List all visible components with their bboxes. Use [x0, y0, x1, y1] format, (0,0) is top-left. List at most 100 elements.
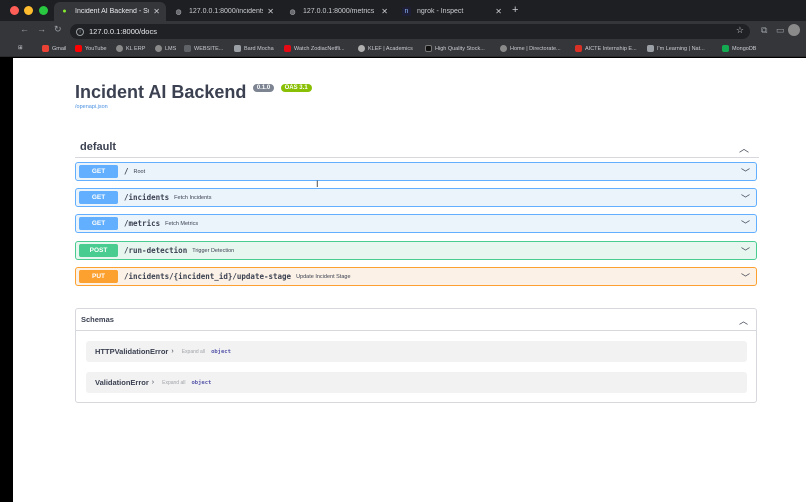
swagger-page: Incident AI Backend 0.1.0 OAS 3.1 /opena…	[13, 58, 806, 502]
operation-summary: Trigger Detection	[192, 247, 235, 254]
forward-icon[interactable]: →	[37, 24, 46, 34]
screen: ● Incident AI Backend - Swagger ✕ ◍ 127.…	[0, 0, 806, 502]
version-badge: 0.1.0	[252, 84, 275, 92]
bookmark-zodiac[interactable]: Watch ZodiacNetfli...	[284, 45, 345, 52]
browser-tab-ngrok[interactable]: n ngrok - Inspect ✕	[396, 2, 508, 21]
chevron-right-icon[interactable]: ›	[152, 379, 154, 386]
gmail-icon	[42, 45, 49, 52]
bookmark-youtube[interactable]: YouTube	[75, 45, 107, 52]
tag-section-default[interactable]: default ︿	[75, 134, 759, 158]
chevron-up-icon[interactable]: ︿	[739, 314, 748, 327]
method-badge: GET	[79, 191, 118, 204]
back-icon[interactable]: ←	[20, 24, 29, 34]
chevron-down-icon[interactable]: ﹀	[741, 271, 750, 284]
model-type: object	[191, 379, 212, 386]
model-name: ValidationError	[95, 378, 149, 387]
model-http-validation-error[interactable]: HTTPValidationError › Expand all object	[86, 341, 747, 362]
mongodb-icon	[722, 45, 729, 52]
new-tab-icon[interactable]: +	[512, 4, 518, 16]
close-tab-icon[interactable]: ✕	[153, 7, 160, 16]
bookmarks-bar: ⊞ Gmail YouTube KL ERP LMS WEBSITE... Ba…	[0, 41, 806, 57]
address-url: 127.0.0.1:8000/docs	[89, 27, 157, 36]
method-badge: PUT	[79, 270, 118, 283]
site-info-icon[interactable]: i	[76, 27, 84, 36]
bookmark-lms[interactable]: LMS	[155, 45, 176, 52]
close-window-button[interactable]	[10, 6, 19, 15]
operation-summary: Fetch Incidents	[174, 194, 212, 201]
operation-get-incidents[interactable]: GET /incidents Fetch Incidents ﹀	[75, 188, 757, 207]
apps-grid-icon[interactable]: ⊞	[18, 45, 23, 51]
browser-tab-metrics[interactable]: ◍ 127.0.0.1:8000/metrics ✕	[282, 2, 394, 21]
operation-post-run-detection[interactable]: POST /run-detection Trigger Detection ﹀	[75, 241, 757, 260]
tag-title: default	[80, 141, 117, 153]
globe-icon: ◍	[175, 8, 182, 16]
ngrok-icon: n	[402, 7, 411, 16]
operation-path: /incidents	[124, 193, 170, 202]
expand-all-link[interactable]: Expand all	[162, 380, 185, 386]
site-icon	[647, 45, 654, 52]
globe-icon	[116, 45, 123, 52]
extensions-icon[interactable]: ⧉	[761, 25, 767, 36]
schemas-title: Schemas	[81, 315, 114, 324]
globe-icon: ◍	[289, 8, 296, 16]
operation-summary: Root	[133, 168, 146, 175]
model-type: object	[211, 348, 231, 355]
bookmark-kl-erp[interactable]: KL ERP	[116, 45, 145, 52]
globe-icon	[500, 45, 507, 52]
site-icon	[358, 45, 365, 52]
close-tab-icon[interactable]: ✕	[267, 7, 274, 16]
browser-tab-incidents[interactable]: ◍ 127.0.0.1:8000/incidents ✕	[168, 2, 280, 21]
youtube-icon	[75, 45, 82, 52]
page-title: Incident AI Backend	[75, 82, 247, 102]
api-info: Incident AI Backend 0.1.0 OAS 3.1	[75, 82, 312, 103]
bookmark-website[interactable]: WEBSITE...	[184, 45, 223, 52]
browser-toolbar: ← → ↻ i 127.0.0.1:8000/docs ☆ ⧉ ▭	[0, 21, 806, 41]
chevron-down-icon[interactable]: ﹀	[741, 245, 750, 258]
chevron-down-icon[interactable]: ﹀	[741, 166, 750, 179]
operation-path: /	[124, 167, 129, 176]
chevron-right-icon[interactable]: ›	[171, 348, 173, 355]
model-validation-error[interactable]: ValidationError › Expand all object	[86, 372, 747, 393]
model-name: HTTPValidationError	[95, 347, 169, 356]
minimize-window-button[interactable]	[24, 6, 33, 15]
method-badge: POST	[79, 244, 118, 257]
chevron-up-icon[interactable]: ︿	[739, 140, 749, 155]
address-bar[interactable]: i 127.0.0.1:8000/docs ☆	[70, 24, 750, 39]
browser-tab-swagger[interactable]: ● Incident AI Backend - Swagger ✕	[54, 2, 166, 21]
site-icon	[234, 45, 241, 52]
globe-icon	[155, 45, 162, 52]
side-panel-icon[interactable]: ▭	[776, 25, 785, 36]
operation-path: /metrics	[124, 219, 161, 228]
operation-summary: Update Incident Stage	[296, 273, 351, 280]
site-icon	[425, 45, 432, 52]
operation-put-update-stage[interactable]: PUT /incidents/{incident_id}/update-stag…	[75, 267, 757, 286]
operation-path: /incidents/{incident_id}/update-stage	[124, 272, 292, 281]
chevron-down-icon[interactable]: ﹀	[741, 218, 750, 231]
site-icon	[184, 45, 191, 52]
bookmark-directorate[interactable]: Home | Directorate...	[500, 45, 561, 52]
bookmark-gmail[interactable]: Gmail	[42, 45, 66, 52]
chevron-down-icon[interactable]: ﹀	[741, 192, 750, 205]
expand-all-link[interactable]: Expand all	[182, 349, 205, 355]
reload-icon[interactable]: ↻	[54, 24, 62, 35]
bookmark-bard-mocha[interactable]: Bard Mocha	[234, 45, 274, 52]
bookmark-aicte[interactable]: AICTE Internship E...	[575, 45, 637, 52]
operation-get-metrics[interactable]: GET /metrics Fetch Metrics ﹀	[75, 214, 757, 233]
netflix-icon	[284, 45, 291, 52]
operation-get-root[interactable]: GET / Root ﹀	[75, 162, 757, 181]
bookmark-klef[interactable]: KLEF | Academics	[358, 45, 413, 52]
schemas-header[interactable]: Schemas ︿	[76, 309, 756, 331]
swagger-icon: ●	[62, 8, 67, 15]
close-tab-icon[interactable]: ✕	[495, 7, 502, 16]
close-tab-icon[interactable]: ✕	[381, 7, 388, 16]
bookmark-star-icon[interactable]: ☆	[736, 25, 744, 36]
bookmark-mongodb[interactable]: MongoDB	[722, 45, 756, 52]
profile-avatar[interactable]	[788, 24, 800, 36]
bookmark-stock[interactable]: High Quality Stock...	[425, 45, 485, 52]
oas-badge: OAS 3.1	[280, 84, 312, 92]
bookmark-learning[interactable]: I'm Learning | Nat...	[647, 45, 705, 52]
browser-tab-bar: ● Incident AI Backend - Swagger ✕ ◍ 127.…	[0, 0, 806, 21]
openapi-json-link[interactable]: /openapi.json	[75, 104, 108, 110]
operation-path: /run-detection	[124, 246, 188, 255]
maximize-window-button[interactable]	[39, 6, 48, 15]
